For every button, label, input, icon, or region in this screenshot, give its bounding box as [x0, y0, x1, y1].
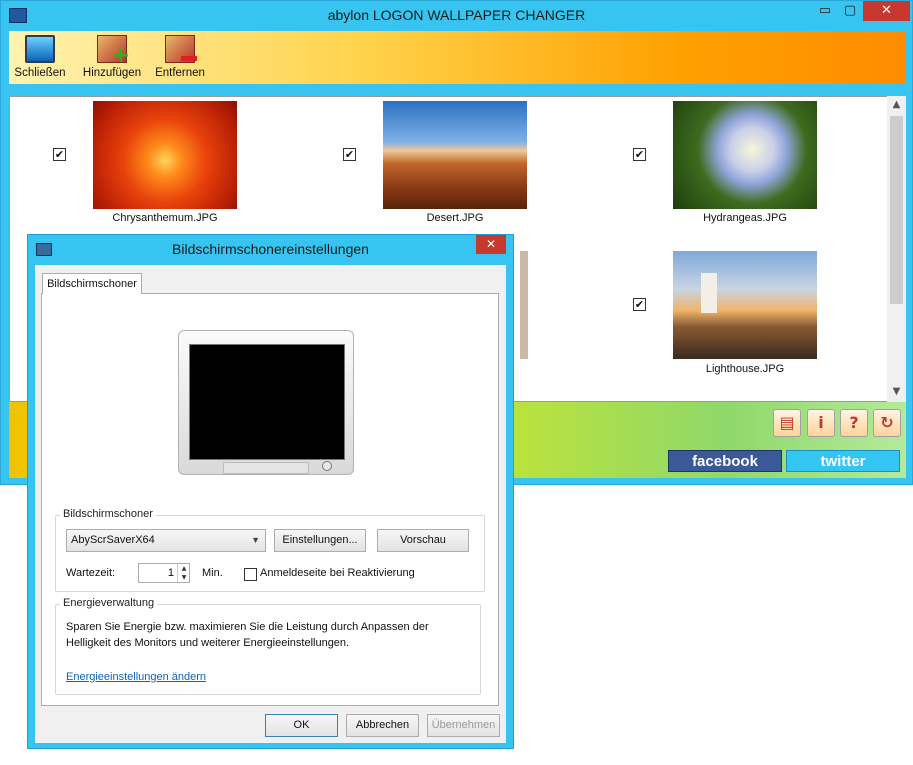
- scroll-down-icon[interactable]: ▼: [887, 386, 906, 397]
- dialog-title: Bildschirmschonereinstellungen: [172, 241, 369, 257]
- thumbnail-image[interactable]: [383, 101, 527, 209]
- item-checkbox[interactable]: ✔: [633, 298, 646, 311]
- stepper-up-icon[interactable]: ▲: [177, 564, 190, 573]
- energy-description-line: Sparen Sie Energie bzw. maximieren Sie d…: [66, 621, 429, 633]
- add-image-label: Hinzufügen: [82, 67, 142, 79]
- add-image-button[interactable]: Hinzufügen: [79, 35, 145, 79]
- dialog-body: Bildschirmschoner Bildschirmschoner AbyS…: [35, 265, 506, 743]
- item-caption: Chrysanthemum.JPG: [112, 212, 218, 224]
- screensaver-select-value: AbyScrSaverX64: [71, 534, 155, 546]
- remove-image-icon: [165, 35, 197, 63]
- resume-logon-label: Anmeldeseite bei Reaktivierung: [260, 567, 415, 579]
- stepper-down-icon[interactable]: ▼: [177, 573, 190, 582]
- wait-time-label: Wartezeit:: [66, 567, 116, 579]
- info-icon[interactable]: i: [807, 409, 835, 437]
- ok-button[interactable]: OK: [265, 714, 338, 737]
- wait-time-stepper[interactable]: 1 ▲ ▼: [138, 563, 190, 583]
- minimize-button[interactable]: ▭: [813, 1, 837, 21]
- cancel-button[interactable]: Abbrechen: [346, 714, 419, 737]
- title-bar: abylon LOGON WALLPAPER CHANGER ▭ ▢ ✕: [1, 1, 912, 31]
- help-icon[interactable]: ?: [840, 409, 868, 437]
- screensaver-group-legend: Bildschirmschoner: [60, 508, 156, 520]
- monitor-icon: [25, 35, 55, 63]
- lighthouse-tower: [701, 273, 717, 313]
- dialog-close-button[interactable]: ✕: [476, 235, 506, 254]
- toolbar: Schließen Hinzufügen Entfernen: [9, 31, 906, 84]
- resume-logon-checkbox[interactable]: [244, 568, 257, 581]
- energy-description: Sparen Sie Energie bzw. maximieren Sie d…: [66, 619, 466, 651]
- minutes-label: Min.: [202, 567, 223, 579]
- settings-button[interactable]: Einstellungen...: [274, 529, 366, 552]
- energy-group-legend: Energieverwaltung: [60, 597, 158, 609]
- energy-group: Energieverwaltung Sparen Sie Energie bzw…: [55, 597, 481, 695]
- thumbnail-image[interactable]: [673, 251, 817, 359]
- tab-panel: Bildschirmschoner AbyScrSaverX64 ▼ Einst…: [41, 293, 499, 706]
- screensaver-dialog: Bildschirmschonereinstellungen ✕ Bildsch…: [27, 234, 514, 749]
- maximize-button[interactable]: ▢: [839, 1, 861, 21]
- thumbnail-image[interactable]: [673, 101, 817, 209]
- apply-button[interactable]: Übernehmen: [427, 714, 500, 737]
- item-caption: Lighthouse.JPG: [705, 363, 785, 375]
- close-window-button[interactable]: ✕: [863, 1, 910, 21]
- thumbnail-image[interactable]: [93, 101, 237, 209]
- scroll-thumb[interactable]: [890, 116, 903, 304]
- screensaver-select[interactable]: AbyScrSaverX64 ▼: [66, 529, 266, 552]
- item-checkbox[interactable]: ✔: [633, 148, 646, 161]
- screensaver-group: Bildschirmschoner AbyScrSaverX64 ▼ Einst…: [55, 508, 485, 592]
- chevron-down-icon: ▼: [251, 535, 260, 545]
- energy-settings-link[interactable]: Energieeinstellungen ändern: [66, 671, 206, 683]
- remove-image-label: Entfernen: [155, 67, 205, 79]
- window-title: abylon LOGON WALLPAPER CHANGER: [327, 7, 586, 23]
- scroll-up-icon[interactable]: ▲: [887, 99, 906, 110]
- close-app-label: Schließen: [14, 67, 66, 79]
- gallery-scrollbar[interactable]: ▲ ▼: [887, 96, 906, 402]
- monitor-preview: [178, 330, 354, 475]
- twitter-button[interactable]: twitter: [786, 450, 900, 472]
- tab-screensaver[interactable]: Bildschirmschoner: [42, 273, 142, 294]
- preview-button[interactable]: Vorschau: [377, 529, 469, 552]
- monitor-base: [223, 462, 309, 474]
- add-image-icon: [97, 35, 130, 68]
- item-caption: Desert.JPG: [426, 212, 484, 224]
- remove-image-button[interactable]: Entfernen: [151, 35, 209, 79]
- wait-time-value: 1: [167, 567, 174, 579]
- item-checkbox[interactable]: ✔: [343, 148, 356, 161]
- item-caption: Hydrangeas.JPG: [703, 212, 787, 224]
- energy-description-line: Helligkeit des Monitors und weiterer Ene…: [66, 637, 350, 649]
- close-app-button[interactable]: Schließen: [11, 35, 69, 79]
- item-checkbox[interactable]: ✔: [53, 148, 66, 161]
- thumbnail-image-partial: [520, 251, 528, 359]
- facebook-button[interactable]: facebook: [668, 450, 782, 472]
- preview-screen: [189, 344, 345, 460]
- power-led-icon: [322, 461, 332, 471]
- contact-card-icon[interactable]: ▤: [773, 409, 801, 437]
- update-icon[interactable]: ↻: [873, 409, 901, 437]
